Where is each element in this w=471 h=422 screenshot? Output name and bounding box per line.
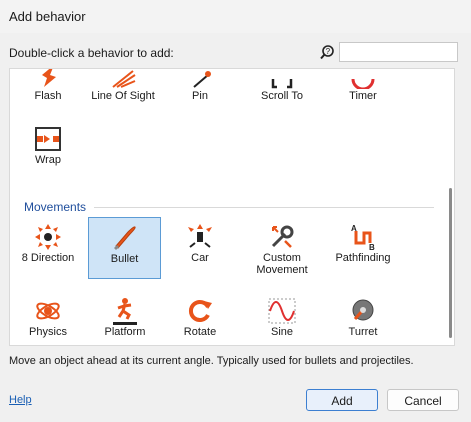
behavior-label: Rotate	[183, 326, 217, 338]
help-link[interactable]: Help	[9, 394, 32, 406]
behavior-label: Line Of Sight	[91, 90, 155, 102]
behavior-label: Turret	[348, 326, 378, 338]
behavior-item-sine[interactable]: Sine	[247, 291, 317, 345]
pin-icon	[186, 69, 214, 89]
wrap-icon	[34, 125, 62, 153]
cancel-button[interactable]: Cancel	[387, 389, 459, 411]
behavior-item-platform[interactable]: Platform	[90, 291, 160, 345]
behavior-label: Car	[191, 252, 209, 264]
behavior-item-timer[interactable]: Timer	[328, 69, 398, 117]
line-of-sight-icon	[109, 69, 137, 89]
behavior-label: Custom Movement	[256, 252, 308, 276]
behavior-item-car[interactable]: Car	[165, 217, 235, 279]
scrollbar-thumb[interactable]	[449, 188, 452, 338]
title-bar: Add behavior	[0, 0, 471, 33]
behavior-item-wrap[interactable]: Wrap	[13, 119, 83, 181]
flash-icon	[34, 69, 62, 89]
behavior-label: 8 Direction	[21, 252, 75, 264]
add-button[interactable]: Add	[306, 389, 378, 411]
pathfinding-icon: A B	[349, 223, 377, 252]
behavior-label: Timer	[349, 90, 377, 102]
turret-icon	[349, 297, 377, 325]
behavior-description: Move an object ahead at its current angl…	[9, 355, 414, 367]
behavior-item-flash[interactable]: Flash	[13, 69, 83, 117]
behavior-item-pin[interactable]: Pin	[165, 69, 235, 117]
svg-text:B: B	[369, 243, 375, 251]
behavior-item-line-of-sight[interactable]: Line Of Sight	[88, 69, 158, 117]
scroll-to-icon	[268, 69, 296, 89]
behavior-label: Pin	[192, 90, 208, 102]
behavior-item-physics[interactable]: Physics	[13, 291, 83, 345]
behavior-label: Sine	[270, 326, 294, 338]
category-header-movements: Movements	[24, 200, 87, 214]
behavior-item-rotate[interactable]: Rotate	[165, 291, 235, 345]
platform-icon	[111, 297, 139, 325]
instruction-text: Double-click a behavior to add:	[9, 46, 174, 60]
timer-icon	[349, 69, 377, 91]
svg-text:A: A	[351, 224, 357, 233]
list-scrollbar[interactable]	[447, 70, 453, 344]
8-direction-icon	[34, 223, 62, 251]
behavior-item-bullet[interactable]: Bullet	[88, 217, 161, 279]
behavior-label: Scroll To	[261, 90, 303, 102]
sine-icon	[268, 297, 296, 325]
window-title: Add behavior	[9, 9, 86, 24]
behavior-item-turret[interactable]: Turret	[328, 291, 398, 345]
search-icon: ?	[319, 44, 336, 61]
behavior-label: Bullet	[110, 253, 139, 265]
physics-icon	[34, 297, 62, 325]
search-input[interactable]	[339, 42, 458, 62]
car-icon	[186, 223, 214, 251]
behavior-label: Wrap	[34, 154, 62, 166]
behavior-label: Platform	[104, 326, 146, 338]
behavior-list[interactable]: Flash Line Of Sight Pin Scroll To Timer	[9, 68, 455, 346]
behavior-item-8-direction[interactable]: 8 Direction	[13, 217, 83, 279]
behavior-item-custom-movement[interactable]: Custom Movement	[247, 217, 317, 279]
svg-text:?: ?	[326, 47, 331, 56]
rotate-icon	[186, 297, 214, 325]
behavior-item-pathfinding[interactable]: A B Pathfinding	[328, 217, 398, 279]
bullet-icon	[110, 224, 138, 252]
behavior-label: Physics	[29, 326, 67, 338]
category-divider	[94, 207, 434, 208]
custom-movement-icon	[268, 223, 296, 251]
behavior-label: Pathfinding	[335, 252, 391, 264]
behavior-item-scroll-to[interactable]: Scroll To	[247, 69, 317, 117]
behavior-label: Flash	[34, 90, 62, 102]
